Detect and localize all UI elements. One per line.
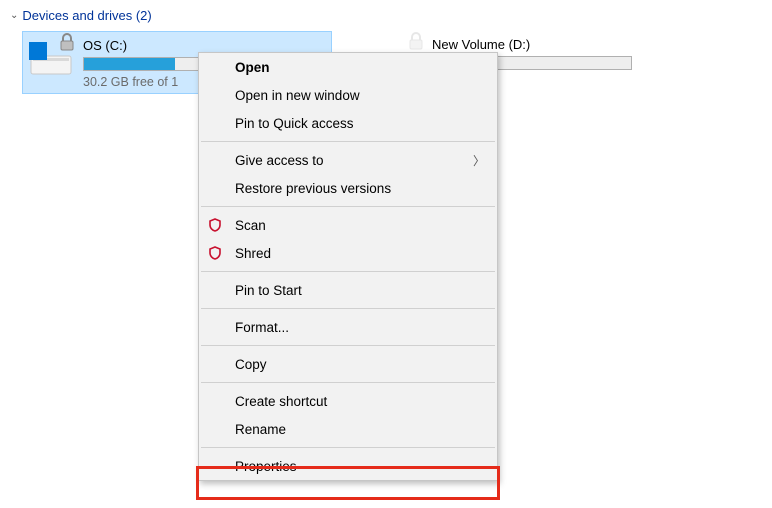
- menu-restore-previous-versions[interactable]: Restore previous versions: [199, 174, 497, 202]
- menu-pin-quick-access[interactable]: Pin to Quick access: [199, 109, 497, 137]
- drive-usage-fill: [84, 58, 175, 70]
- section-title: Devices and drives (2): [22, 8, 151, 23]
- section-header-devices-drives[interactable]: ⌄ Devices and drives (2): [0, 0, 772, 29]
- menu-create-shortcut[interactable]: Create shortcut: [199, 387, 497, 415]
- drive-name: OS (C:): [83, 38, 325, 53]
- menu-properties[interactable]: Properties: [199, 452, 497, 480]
- menu-open[interactable]: Open: [199, 53, 497, 81]
- menu-separator: [201, 206, 495, 207]
- menu-give-access-to[interactable]: Give access to 〉: [199, 146, 497, 174]
- lock-icon: [57, 32, 77, 55]
- lock-icon: [406, 31, 426, 54]
- drive-icon: [29, 36, 73, 80]
- menu-format[interactable]: Format...: [199, 313, 497, 341]
- submenu-arrow-icon: 〉: [473, 152, 485, 169]
- menu-separator: [201, 308, 495, 309]
- menu-separator: [201, 382, 495, 383]
- menu-separator: [201, 271, 495, 272]
- menu-scan[interactable]: Scan: [199, 211, 497, 239]
- chevron-down-icon: ⌄: [10, 10, 18, 21]
- menu-rename[interactable]: Rename: [199, 415, 497, 443]
- menu-pin-to-start[interactable]: Pin to Start: [199, 276, 497, 304]
- menu-separator: [201, 345, 495, 346]
- menu-separator: [201, 447, 495, 448]
- menu-open-new-window[interactable]: Open in new window: [199, 81, 497, 109]
- drive-name: New Volume (D:): [432, 37, 676, 52]
- menu-separator: [201, 141, 495, 142]
- context-menu: Open Open in new window Pin to Quick acc…: [198, 52, 498, 481]
- shield-icon: [207, 245, 223, 261]
- menu-shred[interactable]: Shred: [199, 239, 497, 267]
- shield-icon: [207, 217, 223, 233]
- menu-copy[interactable]: Copy: [199, 350, 497, 378]
